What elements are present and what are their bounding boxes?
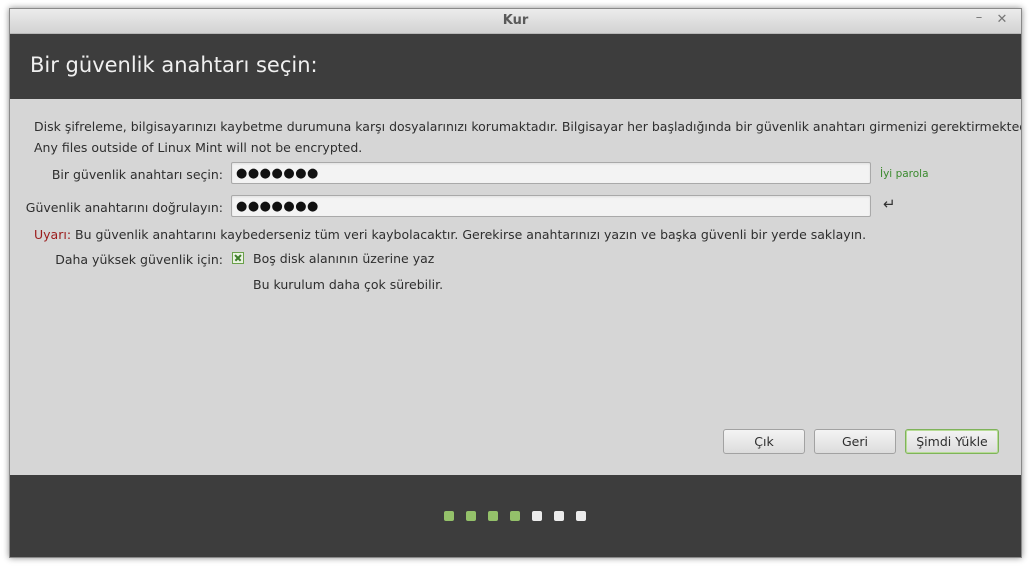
progress-step-4 [510, 511, 520, 521]
page-title: Bir güvenlik anahtarı seçin: [30, 53, 318, 77]
overwrite-label[interactable]: Boş disk alanının üzerine yaz [253, 251, 434, 266]
main-content: Disk şifreleme, bilgisayarınızı kaybetme… [10, 99, 1021, 475]
security-key-input[interactable]: ●●●●●●● [231, 162, 871, 184]
overwrite-checkbox[interactable] [232, 252, 244, 264]
quit-button[interactable]: Çık [723, 429, 805, 454]
progress-step-2 [466, 511, 476, 521]
back-button[interactable]: Geri [814, 429, 896, 454]
warning-text: Bu güvenlik anahtarını kaybederseniz tüm… [71, 227, 867, 242]
warning-prefix: Uyarı: [34, 227, 72, 242]
progress-step-7 [576, 511, 586, 521]
install-now-button[interactable]: Şimdi Yükle [905, 429, 999, 454]
higher-security-label: Daha yüksek güvenlik için: [55, 252, 223, 267]
password-strength-text: İyi parola [880, 168, 929, 180]
description-line-2: Any files outside of Linux Mint will not… [34, 140, 363, 155]
title-bar[interactable]: Kur – ✕ [10, 9, 1021, 34]
progress-step-3 [488, 511, 498, 521]
minimize-icon[interactable]: – [972, 10, 986, 25]
overwrite-note: Bu kurulum daha çok sürebilir. [253, 277, 444, 292]
progress-footer [10, 475, 1021, 557]
progress-step-1 [444, 511, 454, 521]
progress-step-6 [554, 511, 564, 521]
installer-window: Kur – ✕ Bir güvenlik anahtarı seçin: Dis… [9, 8, 1022, 558]
warning-message: Uyarı: Bu güvenlik anahtarını kaybederse… [34, 227, 866, 242]
confirm-key-input[interactable]: ●●●●●●● [231, 195, 871, 217]
window-title: Kur [502, 13, 529, 28]
progress-step-5 [532, 511, 542, 521]
security-key-label: Bir güvenlik anahtarı seçin: [51, 167, 223, 182]
return-match-icon: ↵ [883, 195, 896, 213]
description: Disk şifreleme, bilgisayarınızı kaybetme… [34, 116, 1022, 158]
description-line-1: Disk şifreleme, bilgisayarınızı kaybetme… [34, 119, 1022, 134]
confirm-key-label: Güvenlik anahtarını doğrulayın: [25, 200, 223, 215]
close-icon[interactable]: ✕ [995, 12, 1009, 27]
page-header: Bir güvenlik anahtarı seçin: [10, 34, 1021, 99]
